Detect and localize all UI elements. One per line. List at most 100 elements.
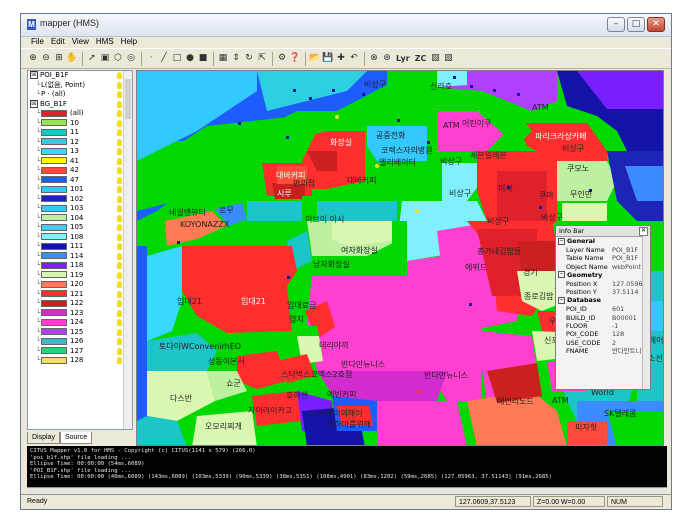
layer-group-checkbox[interactable]: ☒ xyxy=(30,99,38,108)
save-button[interactable]: 💾 xyxy=(322,52,334,65)
map-poi-label[interactable]: 다스반 xyxy=(170,393,192,404)
map-poi-label[interactable]: 시루 xyxy=(277,188,292,199)
collapse-icon[interactable]: − xyxy=(558,296,565,304)
map-poi-label[interactable]: 남자화장실 xyxy=(313,259,350,270)
menu-edit[interactable]: Edit xyxy=(51,36,65,48)
map-view[interactable]: 비상구 신라호 ATM ATM 어린이쿠 파리크라상카페 공중전화 코렉스자의병원 엘리베이터 세… xyxy=(136,70,664,446)
move-button[interactable]: ⇕ xyxy=(230,52,242,65)
info-button[interactable]: ❓ xyxy=(289,52,301,65)
map-poi-label[interactable]: 어린이쿠 xyxy=(462,118,491,129)
pan-button[interactable]: ✋ xyxy=(66,52,78,65)
menu-hms[interactable]: HMS xyxy=(96,36,114,48)
map-poi-label[interactable]: ATM xyxy=(443,121,460,130)
map-poi-label[interactable]: 화장실 xyxy=(330,137,352,148)
map-poi-label[interactable]: 임대21 xyxy=(241,296,266,307)
visibility-bulb-icon[interactable] xyxy=(117,328,122,336)
zoom-in-button[interactable]: ⊕ xyxy=(27,52,39,65)
layer-item[interactable]: └ 119 xyxy=(28,271,132,281)
layer-item[interactable]: └ 127 xyxy=(28,347,132,357)
point-tool-button[interactable]: · xyxy=(145,52,157,65)
visibility-bulb-icon[interactable] xyxy=(117,224,122,231)
layer-item[interactable]: └ 125 xyxy=(28,328,132,338)
visibility-bulb-icon[interactable] xyxy=(117,110,122,117)
map-poi-label[interactable]: 비상구 xyxy=(449,188,471,199)
layer-item[interactable]: └ 102 xyxy=(28,195,132,205)
map-poi-label[interactable]: KOYONAZZX xyxy=(180,220,229,229)
undo-button[interactable]: ↶ xyxy=(348,52,360,65)
layer-item[interactable]: └ 122 xyxy=(28,299,132,309)
info-property-row[interactable]: FNAME 반다만트니 xyxy=(556,347,650,355)
layer-item[interactable]: └ 111 xyxy=(28,242,132,252)
map-poi-label[interactable]: 비상구 xyxy=(440,156,462,167)
map-poi-label[interactable]: 비상구 xyxy=(364,79,386,90)
layer-item[interactable]: └ 103 xyxy=(28,204,132,214)
map-poi-label[interactable]: 비상구 xyxy=(541,212,563,223)
title-bar[interactable]: M mapper (HMS) – □ ✕ xyxy=(21,14,671,37)
collapse-icon[interactable]: − xyxy=(558,237,565,245)
layer-item[interactable]: └ 42 xyxy=(28,166,132,176)
visibility-bulb-icon[interactable] xyxy=(117,252,122,260)
map-poi-label[interactable]: 토다이WConvenirhEO xyxy=(159,341,241,352)
zc-button[interactable]: ZC xyxy=(413,52,429,65)
menu-help[interactable]: Help xyxy=(121,36,137,48)
visibility-bulb-icon[interactable] xyxy=(117,262,122,269)
info-property-row[interactable]: USE_CODE 2 xyxy=(556,339,650,347)
layer-item[interactable]: └ 120 xyxy=(28,280,132,290)
zoom-window-button[interactable]: ⊞ xyxy=(53,52,65,65)
visibility-bulb-icon[interactable] xyxy=(117,290,122,298)
map-poi-label[interactable]: 에뛰드 xyxy=(465,262,487,273)
layer-item[interactable]: └ 10 xyxy=(28,119,132,129)
layer-item[interactable]: └ 128 xyxy=(28,356,132,366)
line-tool-button[interactable]: ╱ xyxy=(158,52,170,65)
map-poi-label[interactable]: 영지 xyxy=(289,314,304,325)
layer-item[interactable]: └ 114 xyxy=(28,252,132,262)
layer-item[interactable]: └ 123 xyxy=(28,309,132,319)
visibility-bulb-icon[interactable] xyxy=(117,81,122,89)
layer-panel-scrollbar[interactable] xyxy=(123,71,132,429)
map-poi-label[interactable]: 호아센 xyxy=(286,390,308,401)
visibility-bulb-icon[interactable] xyxy=(117,167,122,174)
visibility-bulb-icon[interactable] xyxy=(117,186,122,193)
open-button[interactable]: 📂 xyxy=(309,52,321,65)
visibility-bulb-icon[interactable] xyxy=(117,119,122,127)
layer-item[interactable]: └ 47 xyxy=(28,176,132,186)
info-property-row[interactable]: FLOOR -1 xyxy=(556,322,650,330)
layer-item[interactable]: └ 126 xyxy=(28,337,132,347)
map-poi-label[interactable]: 대바커피 xyxy=(347,175,376,186)
scale-button[interactable]: ⇱ xyxy=(256,52,268,65)
map-poi-label[interactable]: 반다만뉴니스 xyxy=(424,370,468,381)
visibility-bulb-icon[interactable] xyxy=(117,205,122,212)
info-property-row[interactable]: BUILD_ID B00001 xyxy=(556,314,650,322)
info-property-row[interactable]: POI_CODE 128 xyxy=(556,330,650,338)
visibility-bulb-icon[interactable] xyxy=(117,157,122,165)
map-poi-label[interactable]: 엘리베이터 xyxy=(379,157,416,168)
map-poi-label[interactable]: 네일앤뷰티 xyxy=(169,207,206,218)
map-poi-label[interactable]: 경기 xyxy=(523,267,538,278)
console-hscrollbar[interactable] xyxy=(27,487,667,494)
layer-item[interactable]: └P · (all) xyxy=(28,90,132,100)
info-property-row[interactable]: Position Y 37.5114 xyxy=(556,288,650,296)
layer-item[interactable]: └ 41 xyxy=(28,157,132,167)
visibility-bulb-icon[interactable] xyxy=(117,195,122,203)
info-property-row[interactable]: Position X 127.0596 xyxy=(556,280,650,288)
rect-tool-button[interactable]: □ xyxy=(171,52,183,65)
visibility-bulb-icon[interactable] xyxy=(117,309,122,317)
map-poi-label[interactable]: 이브이 아시 xyxy=(305,214,344,225)
map-poi-label[interactable]: SK텔레콤 xyxy=(604,408,636,419)
map-poi-label[interactable]: 공중전화 xyxy=(376,130,405,141)
map-poi-label[interactable]: 쿠모노 xyxy=(567,163,589,174)
layer-item[interactable]: └ (all) xyxy=(28,109,132,119)
layer-item[interactable]: └ 108 xyxy=(28,233,132,243)
visibility-bulb-icon[interactable] xyxy=(117,72,122,79)
visibility-bulb-icon[interactable] xyxy=(117,300,122,307)
tab-source[interactable]: Source xyxy=(59,432,93,444)
layer-group-checkbox[interactable]: ☒ xyxy=(30,71,38,79)
map-poi-label[interactable]: 오모리찌개 xyxy=(205,421,242,432)
map-poi-label[interactable]: 비상구 xyxy=(562,143,584,154)
target-button[interactable]: ⊗ xyxy=(368,52,380,65)
layer-item[interactable]: └ 118 xyxy=(28,261,132,271)
map-poi-label[interactable]: 자이라이카고 xyxy=(248,405,292,416)
polygon-tool-button[interactable]: ■ xyxy=(197,52,209,65)
info-bar-title[interactable]: Info Bar ✕ xyxy=(556,226,650,237)
select-circle-button[interactable]: ◎ xyxy=(125,52,137,65)
